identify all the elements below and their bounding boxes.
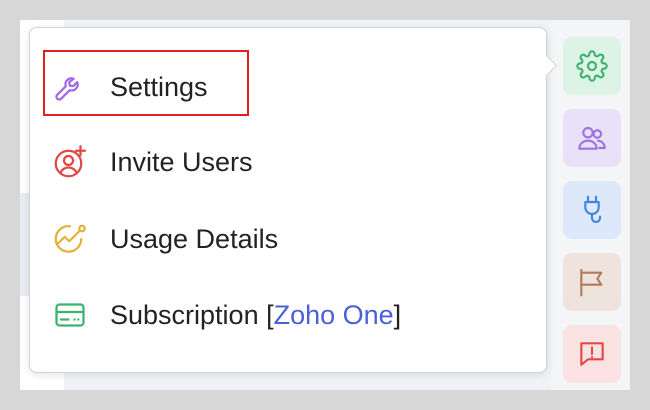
- gear-icon: [576, 50, 608, 82]
- credit-card-icon: [50, 295, 90, 335]
- add-user-icon: [50, 142, 90, 182]
- menu-item-label: Subscription [Zoho One]: [110, 300, 401, 331]
- menu-item-subscription[interactable]: Subscription [Zoho One]: [44, 283, 514, 347]
- menu-item-label: Settings: [110, 71, 208, 102]
- feedback-icon: [580, 342, 604, 366]
- usage-chart-icon: [50, 219, 90, 259]
- menu-item-invite-users[interactable]: Invite Users: [44, 130, 514, 194]
- menu-item-label: Usage Details: [110, 223, 279, 254]
- menu-item-label: Invite Users: [110, 146, 253, 177]
- flag-rail-button[interactable]: [563, 253, 621, 311]
- plug-icon: [584, 195, 602, 224]
- plan-name-link[interactable]: Zoho One: [274, 300, 394, 330]
- users-icon: [578, 126, 606, 150]
- users-rail-button[interactable]: [563, 109, 621, 167]
- subscription-label: Subscription [: [110, 299, 274, 330]
- flag-icon: [580, 268, 603, 297]
- wrench-icon: [50, 67, 90, 107]
- settings-rail-button[interactable]: [563, 37, 621, 95]
- feedback-rail-button[interactable]: [563, 325, 621, 383]
- menu-item-usage-details[interactable]: Usage Details: [44, 207, 514, 271]
- integrations-rail-button[interactable]: [563, 181, 621, 239]
- menu-item-settings[interactable]: Settings: [44, 55, 514, 119]
- subscription-label-suffix: ]: [393, 299, 402, 330]
